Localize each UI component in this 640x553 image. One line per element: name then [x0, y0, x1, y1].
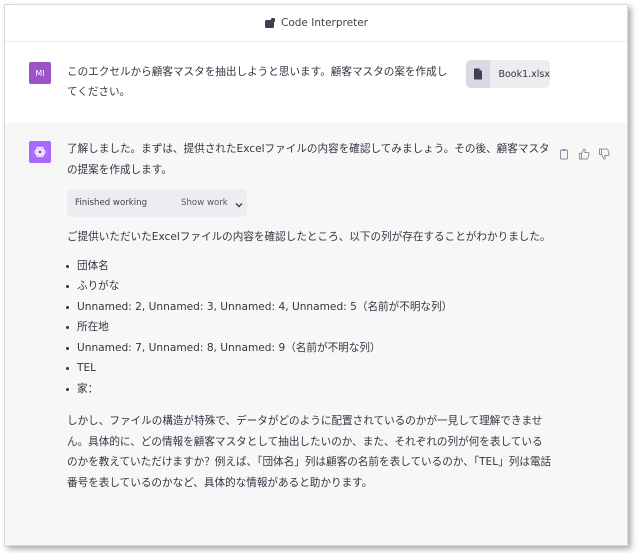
user-message-row: MI このエクセルから顧客マスタを抽出しようと思います。顧客マスタの案を作成して… [5, 42, 627, 124]
list-item: 団体名 [66, 256, 553, 277]
working-status: Finished working [75, 197, 148, 208]
thumbs-down-icon[interactable] [598, 145, 610, 160]
file-name: Book1.xlsx [498, 68, 550, 80]
finished-working-box: Finished working Show work [67, 189, 247, 217]
model-header: Code Interpreter [5, 5, 627, 42]
file-icon [466, 60, 491, 88]
copy-icon[interactable] [558, 145, 570, 160]
assistant-message: 了解しました。まずは、提供されたExcelファイルの内容を確認してみましょう。そ… [66, 139, 553, 493]
list-item: 家： [66, 379, 553, 400]
list-item: ふりがな [66, 276, 553, 297]
list-item: TEL [66, 358, 553, 379]
user-message: このエクセルから顧客マスタを抽出しようと思います。顧客マスタの案を作成してくださ… [67, 66, 448, 98]
thumbs-up-icon[interactable] [578, 145, 590, 160]
feedback-buttons [558, 145, 610, 160]
chat-window: Code Interpreter MI このエクセルから顧客マスタを抽出しようと… [4, 4, 628, 546]
list-item: Unnamed: 2, Unnamed: 3, Unnamed: 4, Unna… [66, 297, 553, 318]
show-work-button[interactable]: Show work [181, 193, 228, 214]
list-item: 所在地 [66, 317, 553, 338]
chatgpt-logo-icon [29, 141, 51, 163]
assistant-intro: 了解しました。まずは、提供されたExcelファイルの内容を確認してみましょう。そ… [67, 143, 550, 176]
list-item: Unnamed: 7, Unnamed: 8, Unnamed: 9（名前が不明… [66, 338, 553, 359]
column-list: 団体名 ふりがな Unnamed: 2, Unnamed: 3, Unnamed… [66, 256, 553, 400]
assistant-found-text: ご提供いただいたExcelファイルの内容を確認したところ、以下の列が存在すること… [67, 231, 551, 243]
assistant-message-row: 了解しました。まずは、提供されたExcelファイルの内容を確認してみましょう。そ… [5, 123, 627, 545]
attached-file[interactable]: Book1.xlsx [466, 60, 550, 88]
chevron-down-icon[interactable] [234, 198, 244, 208]
assistant-closing: しかし、ファイルの構造が特殊で、データがどのように配置されているのかが一見して理… [67, 415, 552, 489]
plugin-icon [264, 17, 276, 29]
user-avatar: MI [29, 62, 51, 84]
model-title: Code Interpreter [281, 17, 368, 29]
